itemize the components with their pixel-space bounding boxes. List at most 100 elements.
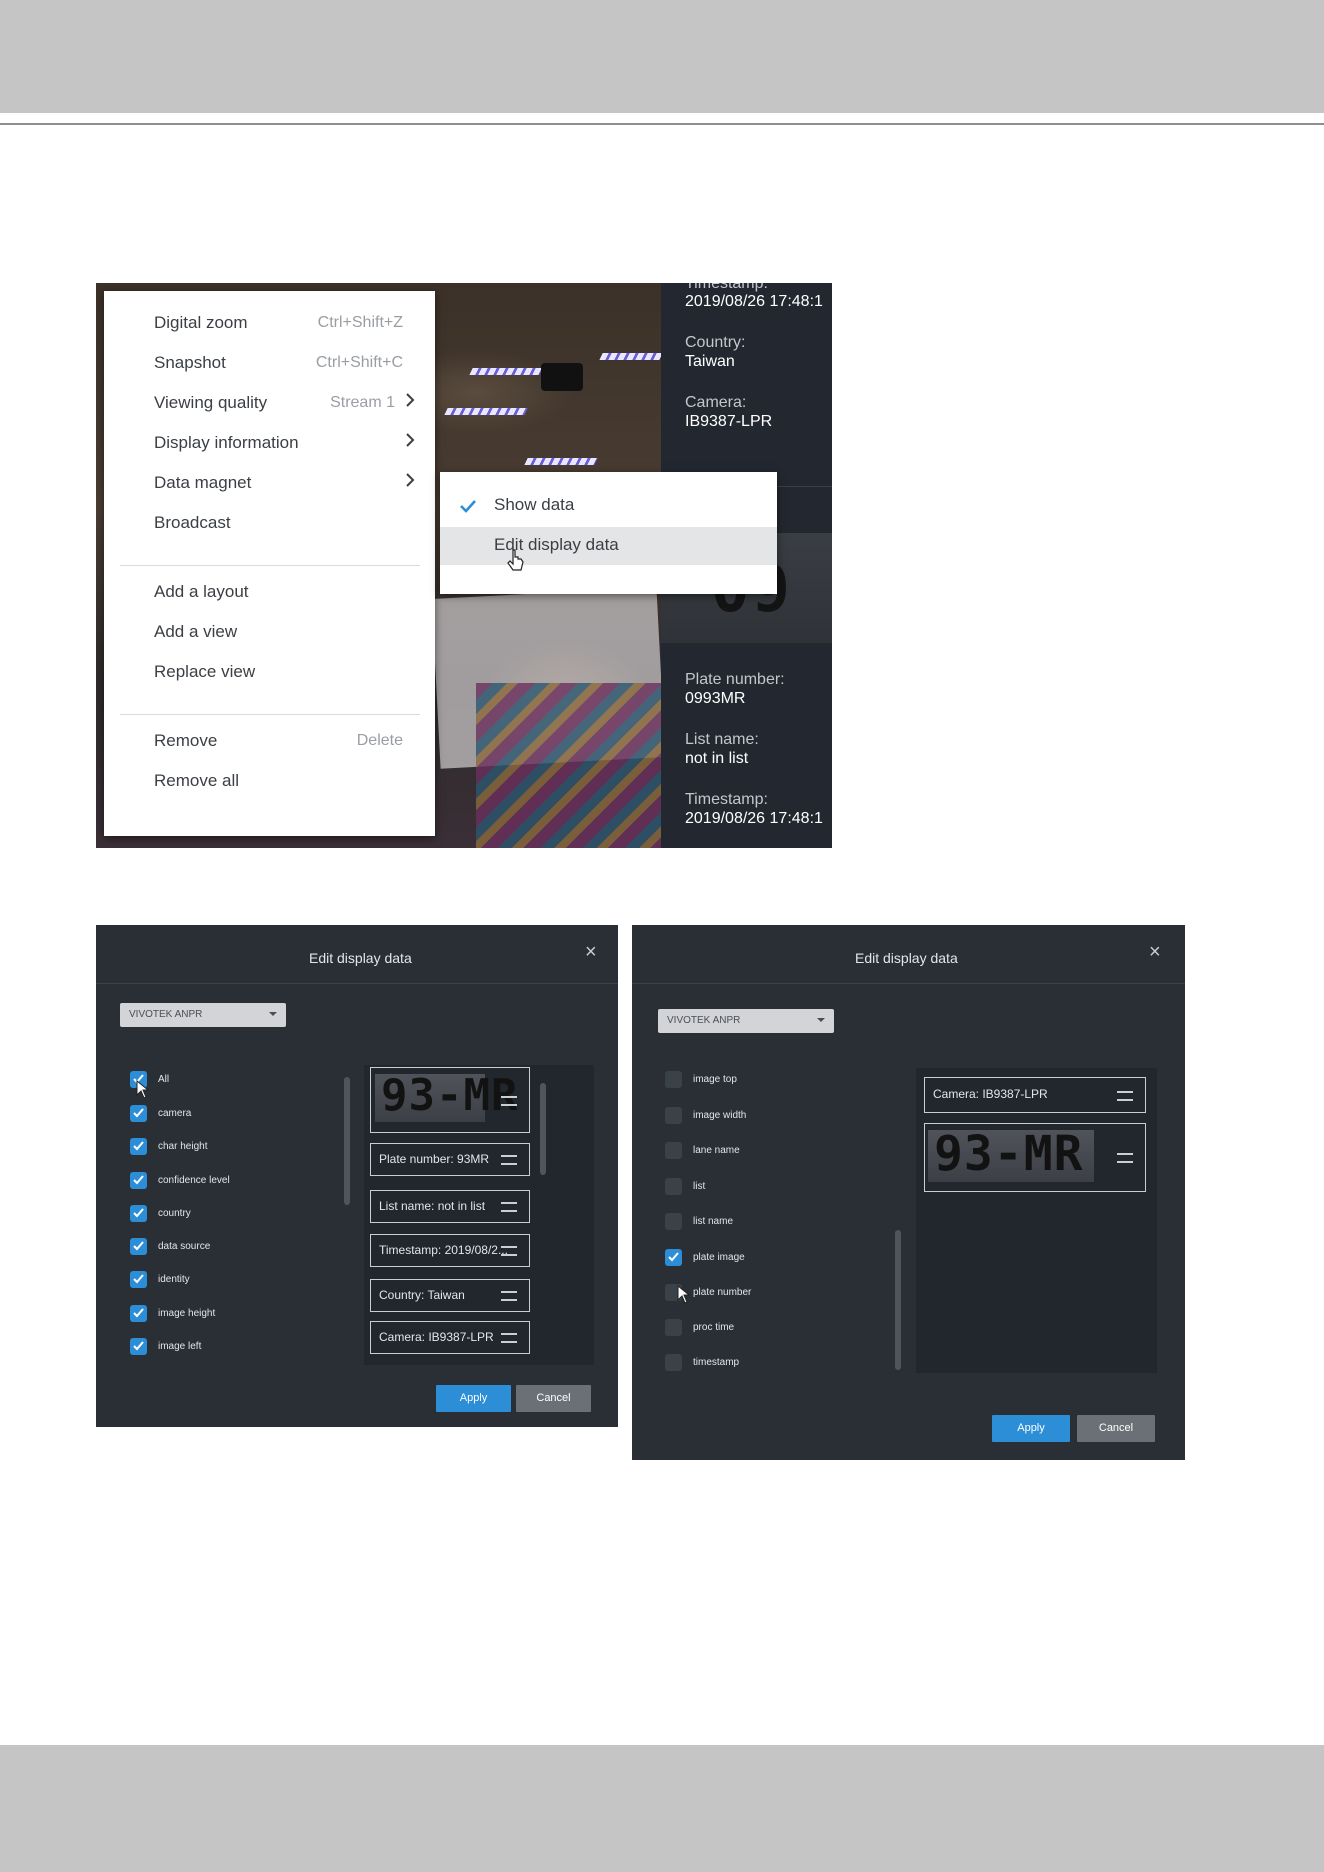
drag-handle-icon[interactable] — [501, 1202, 517, 1212]
menu-item-remove-all[interactable]: Remove all — [104, 764, 435, 798]
preview-card[interactable]: Camera: IB9387-LPR — [370, 1321, 530, 1354]
checkbox-label: list — [693, 1181, 706, 1192]
plate-image: 93-MR — [375, 1070, 517, 1122]
menu-shortcut: Ctrl+Shift+Z — [317, 314, 403, 331]
menu-item-viewing-quality[interactable]: Viewing quality Stream 1 — [104, 386, 435, 420]
info-label: Timestamp: — [685, 283, 768, 292]
checkbox-label: proc time — [693, 1322, 735, 1333]
checkbox[interactable] — [130, 1205, 147, 1222]
checkmark-icon — [458, 496, 478, 516]
drag-handle-icon[interactable] — [501, 1291, 517, 1301]
checkbox[interactable] — [665, 1142, 682, 1159]
checkbox[interactable] — [665, 1071, 682, 1088]
checkbox[interactable] — [665, 1354, 682, 1371]
live-view-screenshot: Timestamp: 2019/08/26 17:48:1 Country: T… — [96, 283, 832, 848]
drag-handle-icon[interactable] — [1117, 1153, 1133, 1163]
chevron-right-icon — [405, 472, 423, 492]
info-label: Plate number: — [685, 671, 785, 688]
background-objects — [476, 683, 661, 848]
ceiling-light — [469, 368, 543, 375]
checkbox[interactable] — [665, 1213, 682, 1230]
menu-item-label: Broadcast — [154, 513, 231, 532]
checkbox[interactable] — [130, 1271, 147, 1288]
menu-item-data-magnet[interactable]: Data magnet — [104, 466, 435, 500]
checkbox-label: All — [158, 1074, 170, 1085]
preview-card-label: Camera: IB9387-LPR — [933, 1087, 1048, 1101]
checkbox[interactable] — [665, 1107, 682, 1124]
info-label: Country: — [685, 334, 746, 351]
close-icon[interactable]: × — [585, 941, 597, 964]
drag-handle-icon[interactable] — [1117, 1091, 1133, 1101]
menu-item-snapshot[interactable]: Snapshot Ctrl+Shift+C — [104, 346, 435, 380]
plate-image: 93-MR — [928, 1126, 1094, 1182]
checkbox[interactable] — [130, 1338, 147, 1355]
menu-item-add-view[interactable]: Add a view — [104, 615, 435, 649]
preview-card[interactable]: Plate number: 93MR — [370, 1143, 530, 1176]
source-dropdown[interactable]: VIVOTEK ANPR — [658, 1009, 834, 1033]
ceiling-light — [599, 353, 663, 360]
mouse-pointer-icon — [677, 1284, 695, 1311]
drag-handle-icon[interactable] — [501, 1096, 517, 1106]
menu-item-label: Replace view — [154, 662, 256, 681]
checkbox[interactable] — [130, 1138, 147, 1155]
apply-button[interactable]: Apply — [436, 1385, 511, 1412]
checkbox[interactable] — [665, 1178, 682, 1195]
submenu-item-label: Show data — [494, 495, 575, 514]
checkbox-label: timestamp — [693, 1357, 740, 1368]
field-list-scrollbar[interactable] — [344, 1077, 350, 1205]
checkbox[interactable] — [665, 1249, 682, 1266]
apply-button[interactable]: Apply — [992, 1415, 1070, 1442]
menu-item-label: Snapshot — [154, 353, 226, 372]
drag-handle-icon[interactable] — [501, 1155, 517, 1165]
menu-item-label: Viewing quality — [154, 393, 268, 412]
menu-item-broadcast[interactable]: Broadcast — [104, 506, 435, 540]
menu-item-add-layout[interactable]: Add a layout — [104, 575, 435, 609]
context-menu: Digital zoom Ctrl+Shift+Z Snapshot Ctrl+… — [104, 291, 435, 836]
close-icon[interactable]: × — [1149, 941, 1161, 964]
cancel-button[interactable]: Cancel — [1077, 1415, 1155, 1442]
mouse-pointer-icon — [507, 548, 525, 574]
menu-divider — [120, 565, 420, 566]
checkbox[interactable] — [130, 1305, 147, 1322]
menu-item-label: Display information — [154, 433, 299, 452]
preview-card-plate-image[interactable]: 93-MR — [924, 1123, 1146, 1192]
submenu-item-show-data[interactable]: Show data — [440, 487, 777, 525]
preview-card[interactable]: List name: not in list — [370, 1190, 530, 1223]
drag-handle-icon[interactable] — [501, 1246, 517, 1256]
info-value: IB9387-LPR — [685, 413, 773, 430]
checkbox[interactable] — [665, 1319, 682, 1336]
menu-item-replace-view[interactable]: Replace view — [104, 655, 435, 689]
preview-panel: 93-MR Plate number: 93MR List name: not … — [364, 1065, 594, 1365]
preview-card[interactable]: Camera: IB9387-LPR — [924, 1077, 1146, 1113]
ceiling-light — [524, 458, 598, 465]
preview-panel: Camera: IB9387-LPR 93-MR — [916, 1068, 1157, 1373]
caret-down-icon — [269, 1012, 277, 1016]
preview-scrollbar[interactable] — [540, 1083, 546, 1175]
checkbox[interactable] — [130, 1172, 147, 1189]
dialog-title: Edit display data — [309, 950, 412, 966]
preview-card-label: Camera: IB9387-LPR — [379, 1330, 494, 1344]
preview-card[interactable]: Country: Taiwan — [370, 1279, 530, 1312]
info-value: 0993MR — [685, 690, 746, 707]
source-dropdown[interactable]: VIVOTEK ANPR — [120, 1003, 286, 1027]
submenu-item-edit-display-data[interactable]: Edit display data — [440, 527, 777, 565]
menu-item-label: Remove all — [154, 771, 240, 790]
preview-card[interactable]: Timestamp: 2019/08/2... — [370, 1234, 530, 1267]
checkbox-label: image height — [158, 1308, 216, 1319]
menu-item-label: Add a layout — [154, 582, 249, 601]
checkbox[interactable] — [130, 1105, 147, 1122]
drag-handle-icon[interactable] — [501, 1333, 517, 1343]
cancel-button[interactable]: Cancel — [516, 1385, 591, 1412]
preview-card-plate-image[interactable]: 93-MR — [370, 1067, 530, 1133]
menu-item-label: Add a view — [154, 622, 238, 641]
preview-card-label: List name: not in list — [379, 1199, 486, 1213]
checkbox[interactable] — [130, 1238, 147, 1255]
preview-card-label: Plate number: 93MR — [379, 1152, 490, 1166]
checkbox-label: confidence level — [158, 1175, 230, 1186]
field-list-scrollbar[interactable] — [895, 1230, 901, 1370]
menu-item-display-information[interactable]: Display information — [104, 426, 435, 460]
page-header-band — [0, 0, 1324, 113]
checkbox-label: image width — [693, 1110, 747, 1121]
menu-item-remove[interactable]: Remove Delete — [104, 724, 435, 758]
menu-item-digital-zoom[interactable]: Digital zoom Ctrl+Shift+Z — [104, 306, 435, 340]
